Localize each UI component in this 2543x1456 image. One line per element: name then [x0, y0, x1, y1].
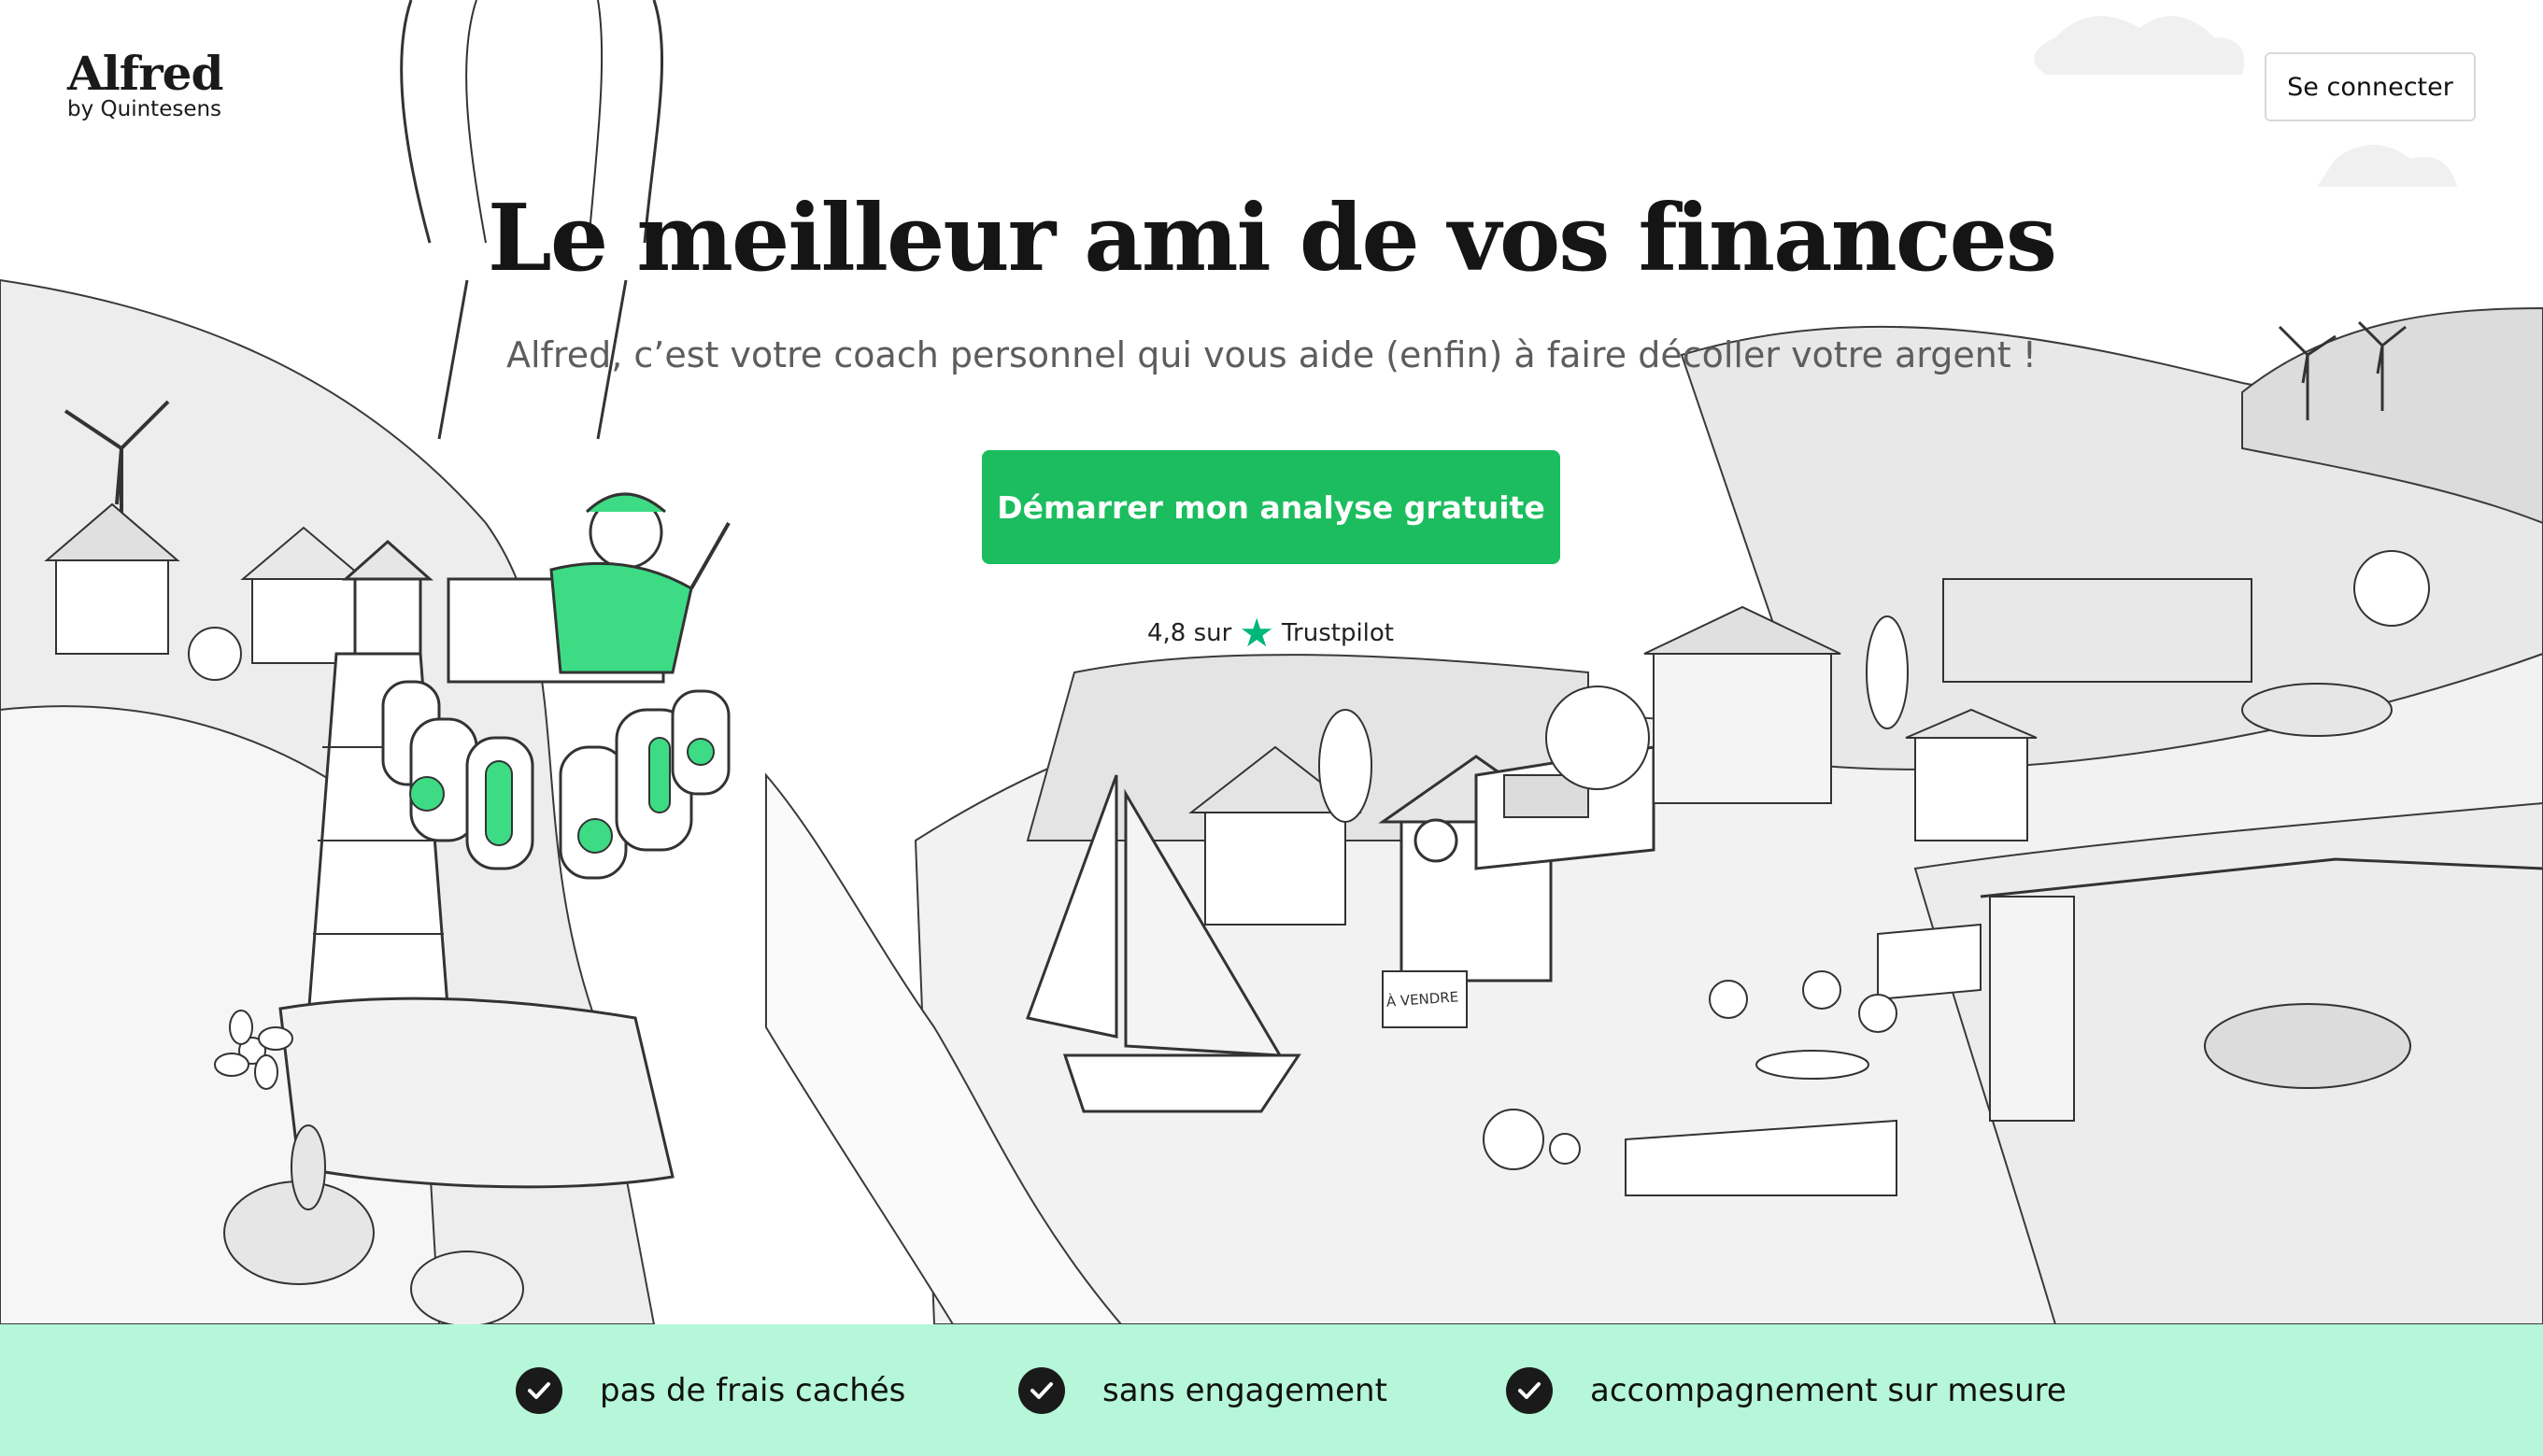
check-circle-icon: [1506, 1366, 1553, 1414]
feature-label: accompagnement sur mesure: [1590, 1371, 2067, 1409]
feature-item: accompagnement sur mesure: [1506, 1324, 2067, 1456]
hero-subtitle: Alfred, c’est votre coach personnel qui …: [506, 334, 2037, 375]
login-button[interactable]: Se connecter: [2265, 52, 2476, 121]
brand-tagline: by Quintesens: [67, 97, 222, 121]
feature-label: pas de frais cachés: [600, 1371, 906, 1409]
brand-name: Alfred: [67, 46, 223, 101]
start-analysis-button[interactable]: Démarrer mon analyse gratuite: [982, 450, 1560, 564]
features-bar: pas de frais cachés sans engagement acco…: [0, 1324, 2543, 1456]
page-title: Le meilleur ami de vos finances: [487, 185, 2057, 292]
check-circle-icon: [516, 1366, 562, 1414]
trustpilot-rating[interactable]: 4,8 sur ★ Trustpilot: [1102, 611, 1439, 656]
check-circle-icon: [1018, 1366, 1065, 1414]
feature-item: pas de frais cachés: [516, 1324, 905, 1456]
rating-score: 4,8 sur: [1146, 619, 1232, 647]
star-icon: ★: [1239, 610, 1274, 656]
feature-label: sans engagement: [1102, 1371, 1387, 1409]
feature-item: sans engagement: [1018, 1324, 1387, 1456]
brand-logo[interactable]: Alfred by Quintesens: [67, 46, 223, 122]
for-sale-sign: À VENDRE: [1385, 988, 1459, 1011]
rating-provider: Trustpilot: [1281, 619, 1394, 647]
